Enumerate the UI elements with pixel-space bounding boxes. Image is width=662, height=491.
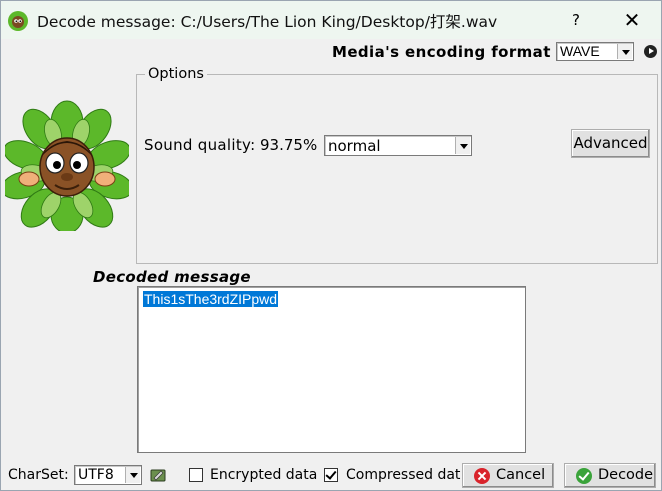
decoded-message-textarea[interactable]: This1sThe3rdZIPpwd: [137, 286, 526, 453]
encoding-format-label: Media's encoding format :: [332, 43, 563, 61]
chevron-down-icon[interactable]: [455, 137, 470, 154]
charset-edit-icon[interactable]: [150, 467, 166, 483]
encoding-format-value: WAVE: [560, 43, 600, 59]
mascot-logo: [5, 100, 129, 231]
app-mascot-icon: [8, 11, 28, 31]
window-title: Decode message: C:/Users/The Lion King/D…: [37, 13, 498, 31]
sound-quality-percent: 93.75%: [260, 136, 318, 154]
sound-quality-label: Sound quality:: [144, 136, 256, 154]
title-bar[interactable]: Decode message: C:/Users/The Lion King/D…: [1, 1, 661, 39]
options-legend: Options: [145, 66, 207, 82]
encoding-format-select[interactable]: WAVE: [556, 42, 634, 61]
sound-quality-value: normal: [328, 137, 381, 155]
charset-value: UTF8: [78, 467, 114, 483]
advanced-button[interactable]: Advanced: [571, 129, 650, 158]
cancel-button[interactable]: Cancel: [462, 463, 554, 488]
checkmark-icon: [576, 468, 592, 484]
compressed-data-label[interactable]: Compressed dat: [346, 467, 460, 483]
charset-label: CharSet:: [8, 467, 69, 483]
charset-select[interactable]: UTF8: [74, 465, 142, 485]
encrypted-data-checkbox[interactable]: [189, 468, 203, 482]
chevron-down-icon[interactable]: [125, 467, 140, 483]
cancel-icon: [474, 468, 490, 484]
decode-label: Decode: [598, 467, 654, 483]
sound-quality-select[interactable]: normal: [324, 135, 472, 156]
help-button[interactable]: ?: [561, 5, 591, 35]
chevron-down-icon[interactable]: [617, 44, 632, 59]
options-group: [136, 74, 658, 264]
compressed-data-checkbox[interactable]: [324, 468, 338, 482]
encrypted-data-label[interactable]: Encrypted data: [210, 467, 317, 483]
play-icon[interactable]: [644, 45, 657, 58]
decode-button[interactable]: Decode: [564, 463, 656, 488]
decoded-message-label: Decoded message: [93, 268, 251, 286]
cancel-label: Cancel: [496, 467, 546, 483]
close-button[interactable]: ✕: [615, 5, 649, 35]
decoded-message-text[interactable]: This1sThe3rdZIPpwd: [143, 291, 279, 307]
decode-message-window: Decode message: C:/Users/The Lion King/D…: [0, 0, 662, 491]
